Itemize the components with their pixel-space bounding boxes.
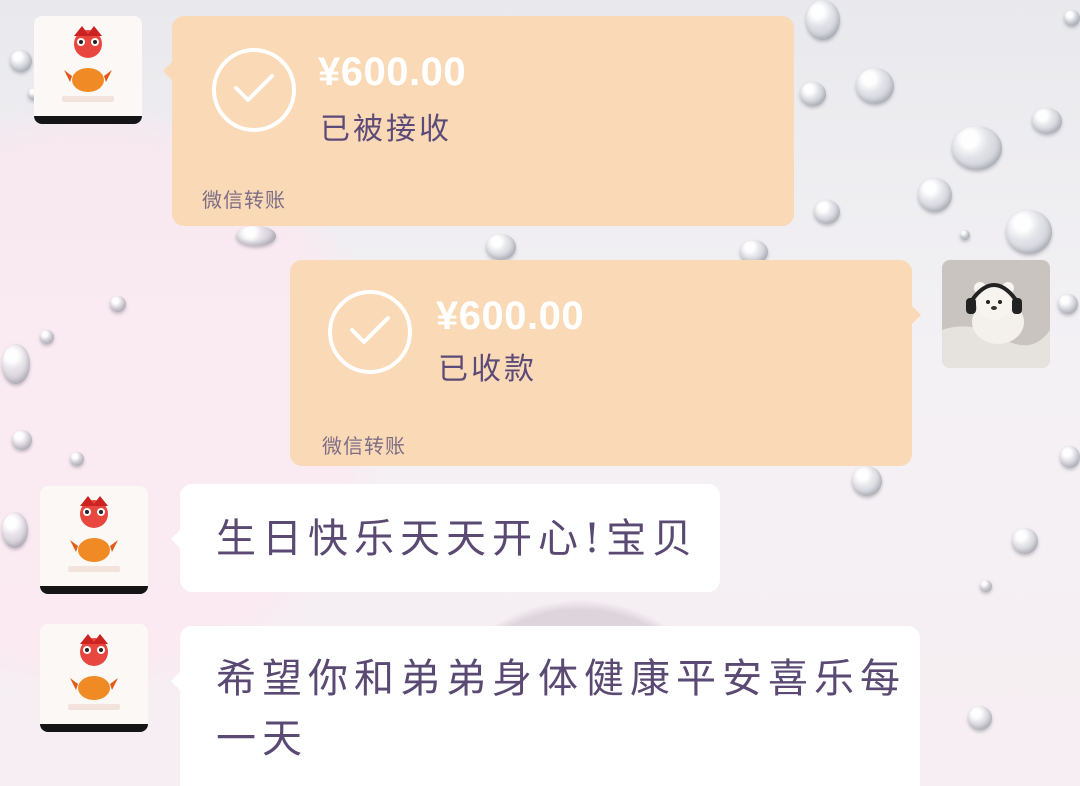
message-text: 生日快乐天天开心!宝贝 <box>216 516 699 562</box>
water-drop <box>10 50 32 72</box>
chicken-avatar-icon <box>68 496 120 572</box>
water-drop <box>2 344 30 384</box>
water-drop <box>12 430 32 450</box>
transfer-bubble-sent-to-contact[interactable]: ¥600.00 已被接收 微信转账 <box>163 16 794 226</box>
water-drop <box>486 234 516 260</box>
water-drop <box>1060 446 1080 468</box>
water-drop <box>40 330 54 344</box>
transfer-amount: ¥600.00 <box>436 294 585 338</box>
water-drop <box>1006 210 1052 254</box>
message-text-line-2: 一天 <box>216 716 308 762</box>
avatar-bar <box>40 724 148 732</box>
check-circle-icon <box>212 48 296 132</box>
bear-headphones-avatar-icon <box>942 260 1050 368</box>
water-drop <box>960 230 970 240</box>
transfer-source-label: 微信转账 <box>322 434 406 458</box>
water-drop <box>70 452 84 466</box>
water-drop <box>1058 294 1078 314</box>
transfer-bubble-received[interactable]: ¥600.00 已收款 微信转账 <box>290 260 921 466</box>
water-drop <box>952 126 1002 170</box>
water-drop <box>110 296 126 312</box>
check-circle-icon <box>328 290 412 374</box>
water-drop <box>2 512 28 548</box>
contact-avatar[interactable] <box>40 624 148 732</box>
transfer-source-label: 微信转账 <box>202 188 286 212</box>
water-drop <box>856 68 894 104</box>
avatar-bar <box>34 116 142 124</box>
water-drop <box>800 82 826 106</box>
water-drop <box>918 178 952 212</box>
water-drop <box>236 226 276 246</box>
water-drop <box>968 706 992 730</box>
transfer-amount: ¥600.00 <box>318 50 467 94</box>
transfer-status: 已收款 <box>438 352 537 387</box>
transfer-status: 已被接收 <box>320 112 452 147</box>
message-text-line-1: 希望你和弟弟身体健康平安喜乐每 <box>216 656 906 702</box>
water-drop <box>814 200 840 224</box>
water-drop <box>980 580 992 592</box>
contact-avatar[interactable] <box>34 16 142 124</box>
text-message-bubble[interactable]: 希望你和弟弟身体健康平安喜乐每 一天 <box>171 626 920 786</box>
chicken-avatar-icon <box>68 634 120 710</box>
self-avatar[interactable] <box>942 260 1050 368</box>
text-message-bubble[interactable]: 生日快乐天天开心!宝贝 <box>171 484 720 592</box>
avatar-bar <box>40 586 148 594</box>
water-drop <box>1012 528 1038 554</box>
water-drop <box>852 466 882 496</box>
water-drop <box>806 0 840 40</box>
contact-avatar[interactable] <box>40 486 148 594</box>
water-drop <box>1032 108 1062 134</box>
water-drop <box>1064 10 1080 26</box>
chicken-avatar-icon <box>62 26 114 102</box>
